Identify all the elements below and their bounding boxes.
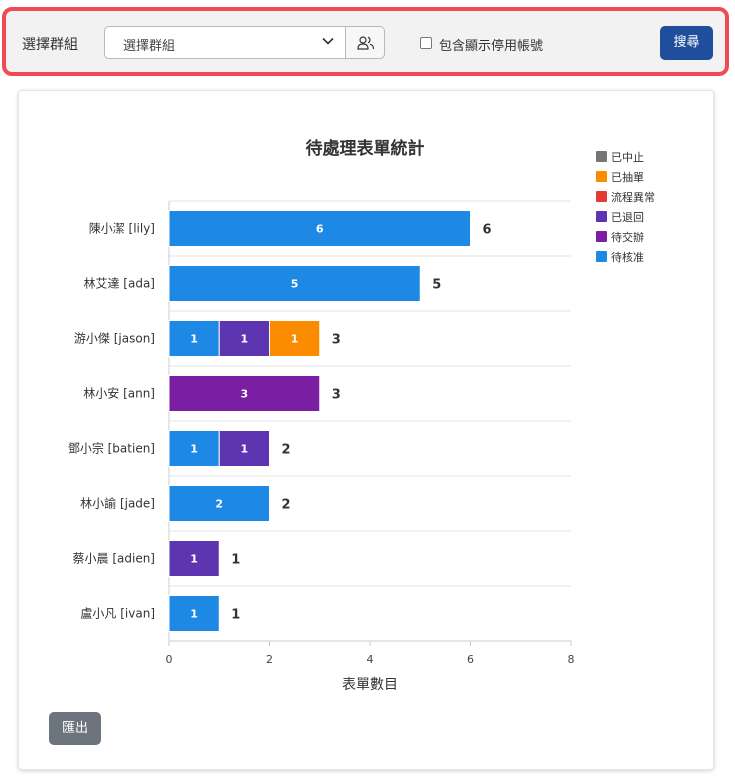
x-tick-label: 6 xyxy=(467,653,474,666)
group-picker-button[interactable] xyxy=(345,26,385,59)
chart-title: 待處理表單統計 xyxy=(306,138,425,159)
legend-label: 已退回 xyxy=(611,211,644,224)
bar-segment-label: 1 xyxy=(190,608,198,621)
legend-label: 流程異常 xyxy=(611,190,655,204)
legend-swatch xyxy=(596,211,607,222)
group-select[interactable]: 選擇群組 xyxy=(104,26,345,59)
legend-swatch xyxy=(596,171,607,182)
legend-label: 待交辦 xyxy=(611,230,644,244)
bar-segment-label: 1 xyxy=(190,553,198,566)
category-label: 林小諭 [jade] xyxy=(80,496,155,511)
category-label: 蔡小晨 [adien] xyxy=(73,552,155,566)
include-disabled-checkbox[interactable] xyxy=(420,37,432,49)
search-button[interactable]: 搜尋 xyxy=(660,26,713,60)
bar-segment-label: 6 xyxy=(316,223,324,236)
filter-bar: 選擇群組 選擇群組 包含顯示停用帳號 搜尋 xyxy=(2,7,729,76)
legend-label: 已抽單 xyxy=(611,170,644,184)
category-label: 游小傑 [jason] xyxy=(74,332,155,346)
chart-card: 待處理表單統計 0 2 4 6 8 表單數目 陳小潔 [lily] 6 6 林艾達 [ada] 5 5 游… xyxy=(18,90,714,770)
group-label: 選擇群組 xyxy=(22,37,78,53)
x-tick-label: 4 xyxy=(367,653,374,666)
bar-total-label: 2 xyxy=(282,443,291,458)
category-label: 陳小潔 [lily] xyxy=(89,222,155,236)
bar-segment-label: 1 xyxy=(241,443,249,456)
category-label: 鄧小宗 [batien] xyxy=(68,441,155,456)
legend-label: 已中止 xyxy=(611,151,644,164)
bar-segment-label: 1 xyxy=(291,333,299,346)
bar-total-label: 5 xyxy=(432,278,441,293)
legend-swatch xyxy=(596,151,607,162)
bar-total-label: 6 xyxy=(483,223,492,238)
legend-swatch xyxy=(596,251,607,262)
people-icon xyxy=(357,36,375,50)
category-label: 林艾達 [ada] xyxy=(83,277,155,291)
x-axis-label: 表單數目 xyxy=(342,677,398,693)
legend-label: 待核准 xyxy=(611,250,644,264)
bar-total-label: 3 xyxy=(332,388,341,403)
bar-segment-label: 1 xyxy=(190,333,198,346)
category-label: 林小安 [ann] xyxy=(83,386,155,401)
bar-segment-label: 1 xyxy=(241,333,249,346)
bar-total-label: 1 xyxy=(231,553,240,568)
include-disabled-label: 包含顯示停用帳號 xyxy=(439,39,544,54)
x-tick-label: 8 xyxy=(568,653,575,666)
bar-segment-label: 5 xyxy=(291,278,299,291)
chevron-down-icon xyxy=(322,37,334,45)
export-button[interactable]: 匯出 xyxy=(49,712,101,745)
legend-swatch xyxy=(596,191,607,202)
legend-swatch xyxy=(596,231,607,242)
x-tick-label: 0 xyxy=(166,653,173,666)
bar-segment-label: 1 xyxy=(190,443,198,456)
group-select-value: 選擇群組 xyxy=(123,39,176,54)
bar-segment-label: 3 xyxy=(241,388,249,401)
bar-total-label: 2 xyxy=(282,498,291,513)
category-label: 盧小凡 [ivan] xyxy=(80,607,155,621)
bar-total-label: 1 xyxy=(231,608,240,623)
bar-segment-label: 2 xyxy=(215,498,223,511)
stacked-bar-chart: 待處理表單統計 0 2 4 6 8 表單數目 陳小潔 [lily] 6 6 林艾達 [ada] 5 5 游… xyxy=(68,138,655,693)
x-tick-label: 2 xyxy=(266,653,273,666)
bar-total-label: 3 xyxy=(332,333,341,348)
